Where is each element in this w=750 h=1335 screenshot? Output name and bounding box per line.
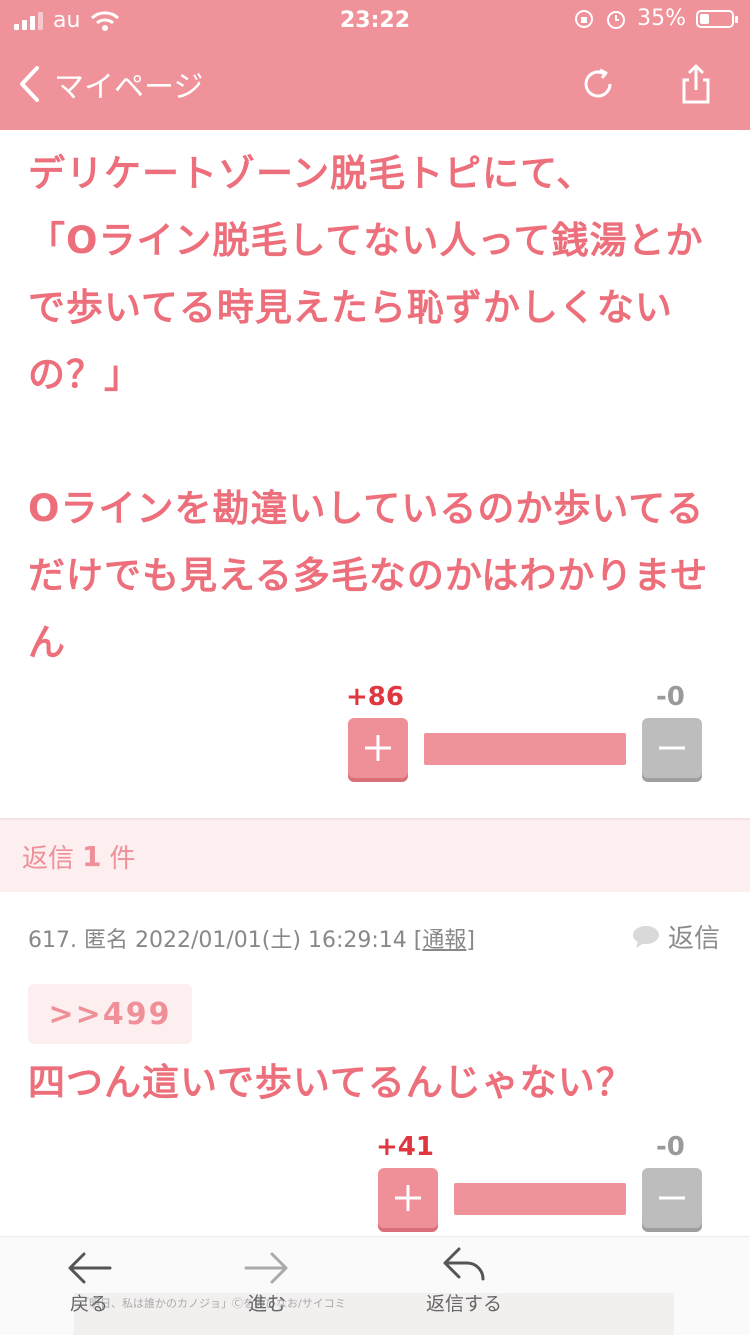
comment-reply-button[interactable]: 返信: [632, 918, 720, 955]
back-to-mypage-button[interactable]: マイページ: [18, 62, 203, 106]
reply-count: 1: [82, 839, 102, 873]
minus-vote-button[interactable]: [642, 1168, 702, 1228]
comment-reply-label: 返信: [667, 924, 720, 954]
forward-label: 進む: [247, 1293, 286, 1315]
forward-button[interactable]: 進む: [244, 1251, 290, 1316]
speech-bubble-icon: [632, 925, 659, 948]
plus-count: +41: [376, 1132, 434, 1162]
comment-meta: 617. 匿名 2022/01/01(土) 16:29:14 [通報]: [28, 928, 475, 953]
plus-count: +86: [346, 682, 404, 712]
back-button[interactable]: 戻る: [66, 1251, 112, 1316]
arrow-right-icon: [244, 1252, 288, 1284]
reply-post-button[interactable]: 返信する: [426, 1245, 502, 1316]
vote-ratio-bar: [424, 733, 626, 765]
ad-caption: 「明日、私は誰かのカノジョ」Ⓒをのひなお/サイコミ: [78, 1297, 346, 1310]
plus-icon: [395, 1185, 421, 1211]
plus-icon: [365, 735, 391, 761]
battery-percent: 35%: [637, 6, 686, 31]
minus-count: -0: [656, 1132, 685, 1162]
share-icon[interactable]: [674, 62, 718, 106]
rotation-lock-icon: [575, 9, 594, 28]
plus-vote-button[interactable]: [348, 718, 408, 778]
minus-icon: [659, 1196, 685, 1200]
app-header: au 23:22 35% マイページ: [0, 0, 750, 130]
reply-arrow-icon: [443, 1247, 485, 1281]
bottom-toolbar: 「明日、私は誰かのカノジョ」Ⓒをのひなお/サイコミ 戻る 進む 返信する: [0, 1236, 750, 1335]
reload-icon[interactable]: [576, 62, 620, 106]
report-link[interactable]: 通報: [422, 928, 466, 953]
alarm-icon: [607, 10, 626, 29]
comment-author: 匿名: [83, 928, 128, 953]
arrow-left-icon: [68, 1252, 112, 1284]
vote-ratio-bar: [454, 1183, 626, 1215]
minus-count: -0: [656, 682, 685, 712]
status-bar: au 23:22 35%: [0, 0, 750, 42]
reply-count-band[interactable]: 返信 1 件: [0, 820, 750, 892]
plus-vote-button[interactable]: [378, 1168, 438, 1228]
minus-icon: [659, 746, 685, 750]
post-body: デリケートゾーン脱毛トピにて、 「Oライン脱毛してない人って銭湯とかで歩いてる時…: [28, 152, 709, 664]
back-label: マイページ: [54, 70, 204, 105]
comment-number: 617.: [28, 928, 77, 953]
back-label: 戻る: [69, 1293, 108, 1315]
comment-body: 四つん這いで歩いてるんじゃない？: [28, 1061, 634, 1104]
reply-suffix: 件: [109, 843, 136, 874]
comment-datetime: 2022/01/01(土) 16:29:14: [135, 928, 407, 953]
nav-bar: マイページ: [0, 50, 750, 120]
anchor-link[interactable]: >>499: [28, 984, 192, 1044]
chevron-left-icon: [20, 66, 39, 102]
reply-post-label: 返信する: [426, 1293, 503, 1315]
reply-prefix: 返信: [22, 843, 75, 874]
battery-icon: [696, 9, 738, 28]
minus-vote-button[interactable]: [642, 718, 702, 778]
